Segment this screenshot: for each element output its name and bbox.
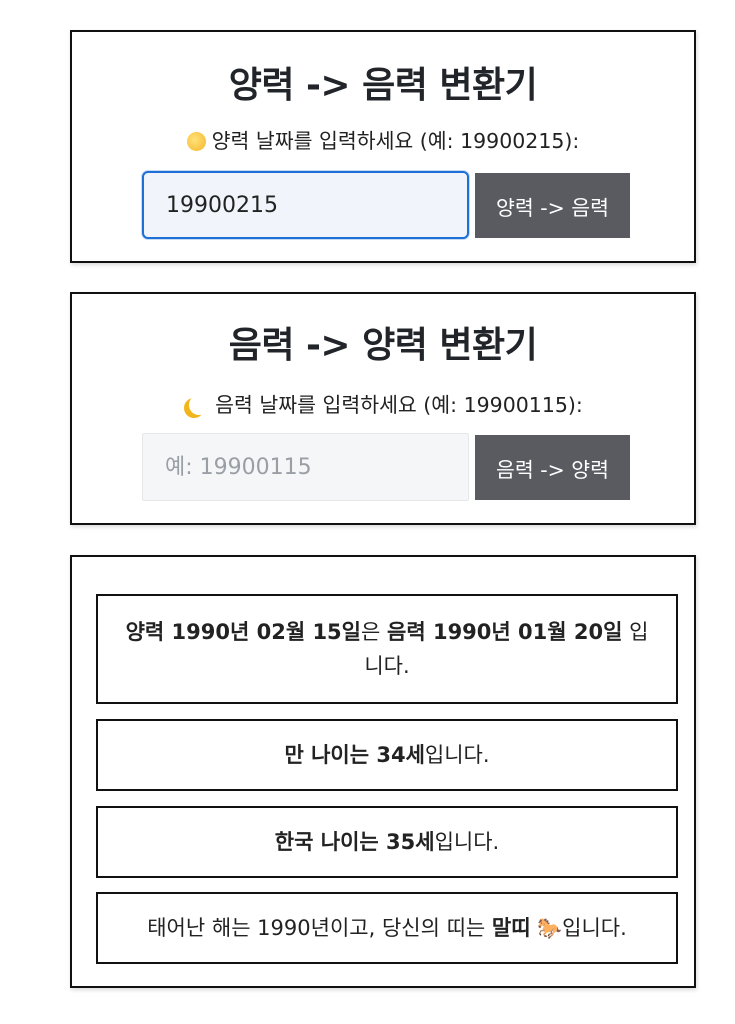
lunar-date-prompt-text: 음력 날짜를 입력하세요 (예: 19900115): — [215, 393, 583, 417]
korean-age-suffix: 입니다. — [434, 830, 500, 854]
solar-to-lunar-button[interactable]: 양력 -> 음력 — [475, 173, 630, 238]
zodiac-animal: 말띠 — [491, 916, 531, 940]
crescent-moon-icon — [189, 395, 209, 415]
lunar-date-input[interactable] — [142, 433, 469, 501]
solar-date-input[interactable] — [142, 171, 469, 239]
solar-to-lunar-title: 양력 -> 음력 변환기 — [228, 65, 538, 106]
international-age-suffix: 입니다. — [424, 743, 490, 767]
horse-icon: 🐎 — [537, 916, 563, 940]
lunar-date-result: 음력 1990년 01월 20일 — [387, 620, 623, 644]
solar-to-lunar-card: 양력 -> 음력 변환기 양력 날짜를 입력하세요 (예: 19900215):… — [70, 30, 696, 263]
korean-age-value: 한국 나이는 35세 — [274, 830, 435, 854]
lunar-to-solar-title: 음력 -> 양력 변환기 — [228, 325, 538, 366]
zodiac-result: 태어난 해는 1990년이고, 당신의 띠는 말띠 🐎입니다. — [96, 892, 678, 964]
sun-icon — [186, 132, 206, 151]
zodiac-suffix: 입니다. — [562, 916, 627, 940]
korean-age-result: 한국 나이는 35세입니다. — [96, 806, 678, 878]
zodiac-prefix: 태어난 해는 1990년이고, 당신의 띠는 — [147, 916, 492, 940]
conversion-result: 양력 1990년 02월 15일은 음력 1990년 01월 20일 입니다. — [96, 594, 678, 704]
lunar-to-solar-button[interactable]: 음력 -> 양력 — [475, 435, 630, 500]
results-card: 양력 1990년 02월 15일은 음력 1990년 01월 20일 입니다. … — [70, 555, 696, 988]
solar-date-result: 양력 1990년 02월 15일 — [125, 620, 361, 644]
lunar-date-prompt: 음력 날짜를 입력하세요 (예: 19900115): — [72, 388, 694, 418]
solar-date-prompt-text: 양력 날짜를 입력하세요 (예: 19900215): — [211, 129, 580, 153]
lunar-to-solar-card: 음력 -> 양력 변환기 음력 날짜를 입력하세요 (예: 19900115):… — [70, 292, 696, 525]
international-age-value: 만 나이는 34세 — [284, 743, 425, 767]
conversion-connector: 은 — [361, 620, 387, 644]
solar-date-prompt: 양력 날짜를 입력하세요 (예: 19900215): — [72, 124, 694, 154]
international-age-result: 만 나이는 34세입니다. — [96, 719, 678, 791]
